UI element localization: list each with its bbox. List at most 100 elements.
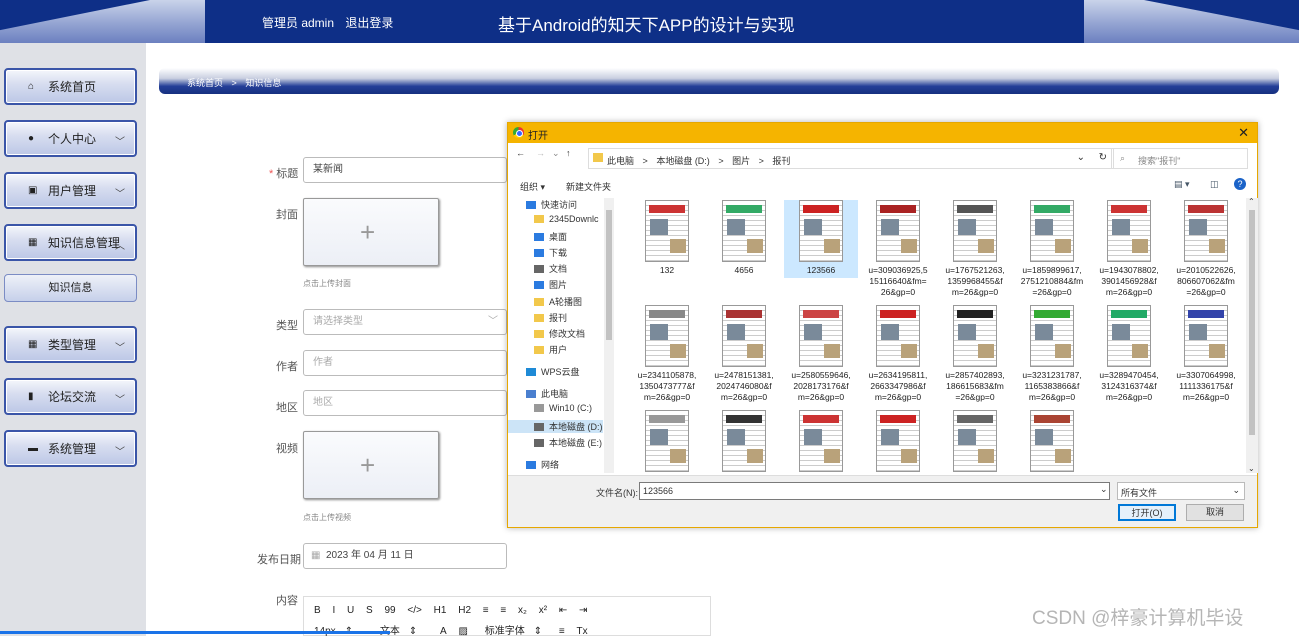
sidebar-item-knowledge[interactable]: ▦ 知识信息管理 ︿ bbox=[4, 224, 137, 261]
file-item[interactable] bbox=[1015, 410, 1089, 473]
bold-button[interactable]: B bbox=[314, 605, 321, 616]
font-family-select[interactable]: 标准字体 bbox=[485, 626, 525, 636]
superscript-button[interactable]: x² bbox=[539, 605, 547, 616]
sidebar-item-personal[interactable]: ● 个人中心 ﹀ bbox=[4, 120, 137, 157]
new-folder-button[interactable]: 新建文件夹 bbox=[566, 180, 611, 193]
file-item[interactable]: u=3307064998, 1111336175&f m=26&gp=0 bbox=[1169, 305, 1243, 403]
chevron-down-icon[interactable]: ⌄ bbox=[1100, 484, 1108, 495]
clear-format-button[interactable]: Tx bbox=[577, 626, 588, 636]
close-icon[interactable]: ✕ bbox=[1238, 125, 1249, 141]
nav-scrollbar[interactable] bbox=[604, 198, 614, 473]
file-scrollbar[interactable]: ⌃ ⌄ bbox=[1246, 197, 1258, 473]
sidebar-item-home[interactable]: ⌂ 系统首页 bbox=[4, 68, 137, 105]
outdent-button[interactable]: ⇤ bbox=[559, 605, 567, 616]
help-icon[interactable]: ? bbox=[1234, 178, 1246, 190]
file-item[interactable]: u=2634195811, 2663347986&f m=26&gp=0 bbox=[861, 305, 935, 403]
nav-item-edit-docs-folder[interactable]: 修改文档 bbox=[534, 327, 585, 340]
file-item[interactable]: 132 bbox=[630, 200, 704, 276]
path-drive[interactable]: 本地磁盘 (D:) bbox=[656, 156, 710, 166]
organize-button[interactable]: 组织 ▾ bbox=[520, 180, 545, 193]
chevron-down-icon[interactable]: ⌄ bbox=[1077, 152, 1085, 163]
file-item[interactable]: u=1943078802, 3901456928&f m=26&gp=0 bbox=[1092, 200, 1166, 298]
nav-item-d-drive[interactable]: 本地磁盘 (D:) bbox=[508, 420, 603, 433]
type-select[interactable]: 请选择类型 ﹀ bbox=[303, 309, 507, 335]
sidebar-item-system[interactable]: ▬ 系统管理 ﹀ bbox=[4, 430, 137, 467]
cancel-button[interactable]: 取消 bbox=[1186, 504, 1244, 521]
file-item[interactable] bbox=[707, 410, 781, 473]
file-item[interactable]: u=2478151381, 2024746080&f m=26&gp=0 bbox=[707, 305, 781, 403]
logout-link[interactable]: 退出登录 bbox=[345, 16, 393, 30]
underline-button[interactable]: U bbox=[347, 605, 354, 616]
file-item[interactable]: 4656 bbox=[707, 200, 781, 276]
breadcrumb-home[interactable]: 系统首页 bbox=[187, 78, 223, 88]
nav-item-wps-cloud[interactable]: WPS云盘 bbox=[526, 365, 580, 378]
region-input[interactable]: 地区 bbox=[303, 390, 507, 416]
sidebar-item-types[interactable]: ▦ 类型管理 ﹀ bbox=[4, 326, 137, 363]
scroll-up-icon[interactable]: ⌃ bbox=[1248, 197, 1255, 206]
title-input[interactable]: 某新闻 bbox=[303, 157, 507, 183]
up-icon[interactable]: ↑ bbox=[566, 148, 571, 168]
file-item[interactable]: u=3231231787, 1165383866&f m=26&gp=0 bbox=[1015, 305, 1089, 403]
nav-item-this-pc[interactable]: 此电脑 bbox=[526, 387, 568, 400]
nav-item-c-drive[interactable]: Win10 (C:) bbox=[534, 403, 592, 413]
file-item[interactable] bbox=[630, 410, 704, 473]
filename-input[interactable]: 123566 bbox=[639, 482, 1110, 500]
file-item[interactable] bbox=[784, 410, 858, 473]
cover-upload[interactable]: + bbox=[303, 198, 439, 266]
forward-icon[interactable]: → bbox=[536, 148, 545, 168]
nav-item-newspapers-folder[interactable]: 报刊 bbox=[534, 311, 567, 324]
path-pictures[interactable]: 图片 bbox=[732, 156, 750, 166]
file-item[interactable]: u=2857402893, 186615683&fm =26&gp=0 bbox=[938, 305, 1012, 403]
open-button[interactable]: 打开(O) bbox=[1118, 504, 1176, 521]
nav-item-desktop[interactable]: 桌面 bbox=[534, 230, 567, 243]
bullet-list-button[interactable]: ≡ bbox=[500, 605, 506, 616]
video-upload[interactable]: + bbox=[303, 431, 439, 499]
nav-item-documents[interactable]: 文档 bbox=[534, 262, 567, 275]
nav-item-network[interactable]: 网络 bbox=[526, 458, 559, 471]
nav-item-carousel-folder[interactable]: A轮播图 bbox=[534, 295, 582, 308]
rich-text-editor[interactable]: B I U S 99 </> H1 H2 ≡ ≡ x₂ x² ⇤ ⇥ 14px⇕… bbox=[303, 596, 711, 636]
file-item[interactable]: u=2341105878, 1350473777&f m=26&gp=0 bbox=[630, 305, 704, 403]
file-item[interactable]: 123566 bbox=[784, 200, 858, 278]
quote-button[interactable]: 99 bbox=[384, 605, 395, 616]
view-icon[interactable]: ▤ ▾ bbox=[1174, 179, 1190, 190]
search-input[interactable]: ⌕ 搜索"报刊" bbox=[1111, 148, 1248, 169]
file-item[interactable]: u=3289470454, 3124316374&f m=26&gp=0 bbox=[1092, 305, 1166, 403]
h2-button[interactable]: H2 bbox=[458, 605, 471, 616]
sidebar-subitem-knowledge-info[interactable]: 知识信息 bbox=[4, 274, 137, 302]
italic-button[interactable]: I bbox=[332, 605, 335, 616]
file-item[interactable]: u=1859899617, 2751210884&fm =26&gp=0 bbox=[1015, 200, 1089, 298]
filetype-select[interactable]: 所有文件 ⌄ bbox=[1117, 482, 1245, 500]
align-button[interactable]: ≡ bbox=[559, 626, 565, 636]
nav-item-pictures[interactable]: 图片 bbox=[534, 278, 567, 291]
sidebar-item-users[interactable]: ▣ 用户管理 ﹀ bbox=[4, 172, 137, 209]
background-color-icon[interactable]: ▨ bbox=[458, 626, 467, 636]
subscript-button[interactable]: x₂ bbox=[518, 605, 527, 616]
recent-dropdown-icon[interactable]: ⌄ bbox=[552, 148, 560, 168]
ordered-list-button[interactable]: ≡ bbox=[483, 605, 489, 616]
file-item[interactable]: u=2010522626, 806607062&fm =26&gp=0 bbox=[1169, 200, 1243, 298]
path-newspapers[interactable]: 报刊 bbox=[772, 156, 790, 166]
code-button[interactable]: </> bbox=[407, 605, 421, 616]
path-this-pc[interactable]: 此电脑 bbox=[607, 156, 634, 166]
file-item[interactable] bbox=[938, 410, 1012, 473]
refresh-icon[interactable]: ↻ bbox=[1099, 152, 1107, 163]
file-item[interactable] bbox=[861, 410, 935, 473]
back-icon[interactable]: ← bbox=[516, 148, 525, 168]
file-item[interactable]: u=2580559646, 2028173176&f m=26&gp=0 bbox=[784, 305, 858, 403]
scroll-down-icon[interactable]: ⌄ bbox=[1248, 464, 1255, 473]
nav-item-e-drive[interactable]: 本地磁盘 (E:) bbox=[534, 436, 602, 449]
date-input[interactable]: ▦ 2023 年 04 月 11 日 bbox=[303, 543, 507, 569]
file-item[interactable]: u=1767521263, 1359968455&f m=26&gp=0 bbox=[938, 200, 1012, 298]
strike-button[interactable]: S bbox=[366, 605, 373, 616]
dialog-titlebar[interactable]: 打开 ✕ bbox=[508, 123, 1257, 143]
nav-item-user-folder[interactable]: 用户 bbox=[534, 343, 567, 356]
font-color-button[interactable]: A bbox=[440, 626, 447, 636]
address-bar[interactable]: 此电脑 > 本地磁盘 (D:) > 图片 > 报刊 ⌄ ↻ bbox=[588, 148, 1114, 169]
author-input[interactable]: 作者 bbox=[303, 350, 507, 376]
file-item[interactable]: u=309036925,5 15116640&fm= 26&gp=0 bbox=[861, 200, 935, 298]
nav-item-2345downloads[interactable]: 2345Downlc bbox=[534, 214, 599, 224]
sidebar-item-forum[interactable]: ▮ 论坛交流 ﹀ bbox=[4, 378, 137, 415]
indent-button[interactable]: ⇥ bbox=[579, 605, 587, 616]
nav-item-quick-access[interactable]: 快速访问 bbox=[526, 198, 577, 211]
